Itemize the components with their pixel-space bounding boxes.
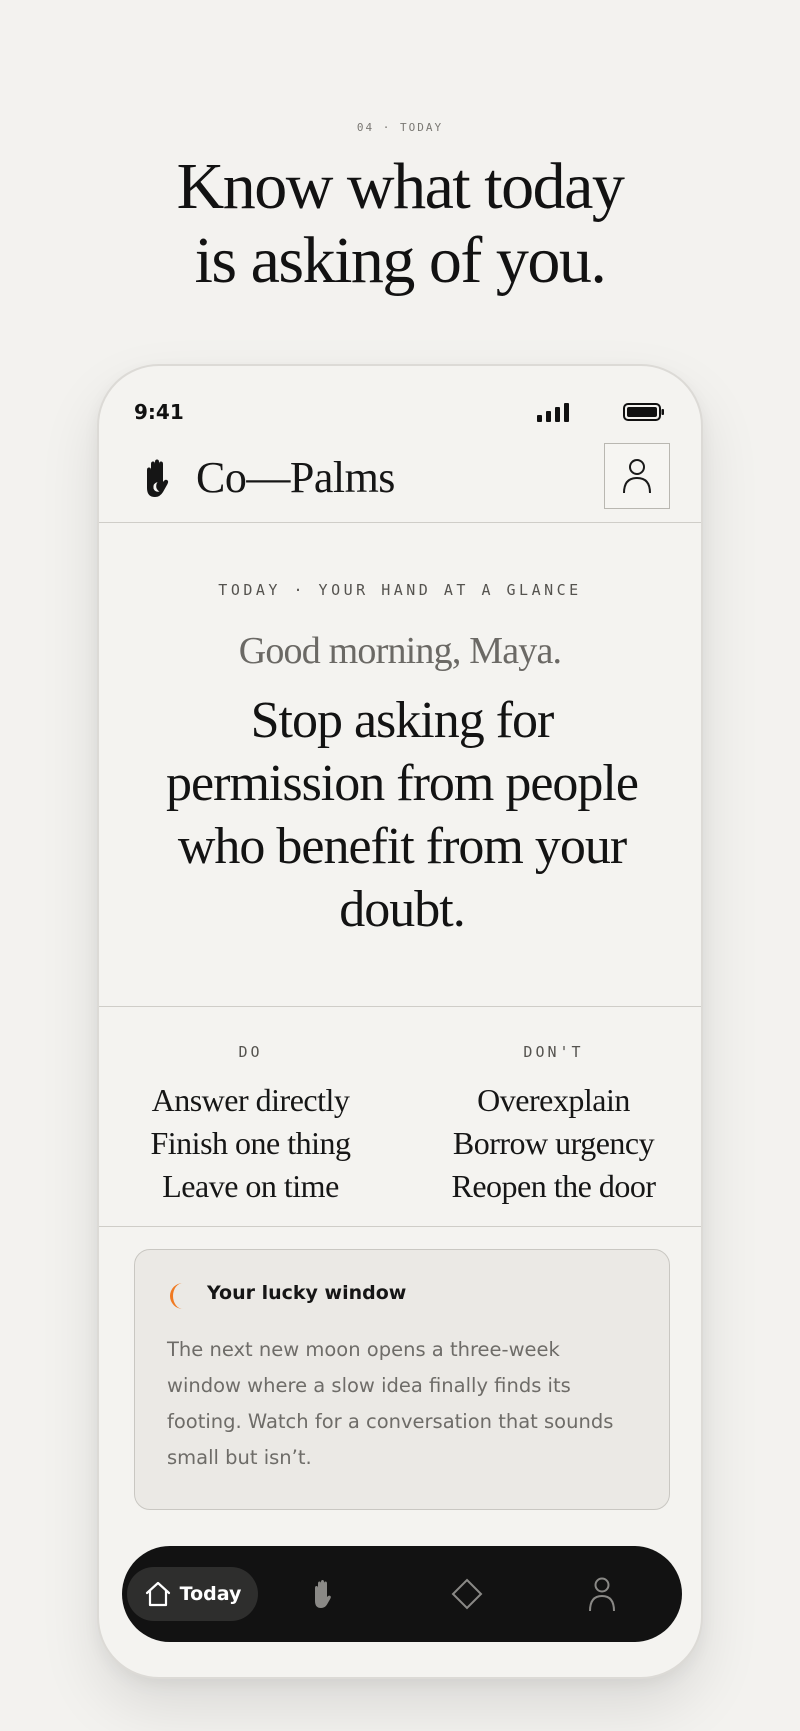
- lucky-window-card[interactable]: Your lucky window The next new moon open…: [134, 1249, 670, 1510]
- tab-today[interactable]: Today: [127, 1567, 258, 1621]
- hand-palm-logo-icon: [147, 459, 169, 497]
- dont-item: Overexplain: [477, 1082, 630, 1118]
- tab-today-label: Today: [179, 1583, 242, 1605]
- daily-reading-hero: TODAY · YOUR HAND AT A GLANCE Good morni…: [99, 523, 701, 1007]
- palm-icon: [315, 1580, 331, 1608]
- home-icon: [145, 1581, 170, 1607]
- lucky-window-title: Your lucky window: [207, 1282, 407, 1304]
- phone-frame: 9:41 Co—Palms TODAY · YOUR HAND AT A GLA…: [97, 364, 703, 1679]
- profile-button[interactable]: [604, 443, 670, 509]
- app-name: Co—Palms: [196, 453, 395, 502]
- crescent-moon-icon: [170, 1283, 183, 1309]
- headline-line-1: Know what today: [176, 150, 625, 223]
- hero-eyebrow: TODAY · YOUR HAND AT A GLANCE: [218, 581, 582, 599]
- do-item: Leave on time: [162, 1168, 339, 1204]
- dos-and-donts: DO Answer directly Finish one thing Leav…: [99, 1007, 701, 1227]
- do-list: Answer directly Finish one thing Leave o…: [99, 1079, 402, 1208]
- battery-icon: [623, 403, 664, 421]
- do-title: DO: [238, 1043, 263, 1061]
- do-column: DO Answer directly Finish one thing Leav…: [99, 1007, 402, 1208]
- status-bar: 9:41: [99, 366, 701, 438]
- marketing-headline: Know what today is asking of you.: [0, 150, 800, 298]
- tab-profile[interactable]: [567, 1546, 637, 1642]
- dont-item: Borrow urgency: [452, 1125, 655, 1161]
- person-icon: [623, 459, 651, 494]
- dont-item: Reopen the door: [451, 1168, 657, 1204]
- do-item: Finish one thing: [150, 1125, 351, 1161]
- daily-message: Stop asking for permission from people w…: [166, 692, 639, 938]
- diamond-icon: [451, 1578, 483, 1610]
- do-item: Answer directly: [151, 1082, 350, 1118]
- marketing-page: 04 · TODAY Know what today is asking of …: [0, 0, 800, 1731]
- bottom-tab-bar: Today: [122, 1546, 682, 1642]
- dont-list: Overexplain Borrow urgency Reopen the do…: [402, 1079, 701, 1208]
- tab-palm[interactable]: [287, 1546, 357, 1642]
- person-icon: [589, 1577, 615, 1612]
- dont-title: DON'T: [523, 1043, 584, 1061]
- greeting: Good morning, Maya.: [238, 630, 562, 672]
- tab-signs[interactable]: [432, 1546, 502, 1642]
- cellular-signal-icon: [537, 403, 569, 422]
- lucky-window-body: The next new moon opens a three-week win…: [167, 1338, 614, 1469]
- status-time: 9:41: [134, 400, 184, 424]
- headline-line-2: is asking of you.: [194, 224, 607, 297]
- dont-column: DON'T Overexplain Borrow urgency Reopen …: [402, 1007, 701, 1208]
- app-header: Co—Palms: [99, 438, 701, 523]
- marketing-eyebrow: 04 · TODAY: [356, 121, 444, 134]
